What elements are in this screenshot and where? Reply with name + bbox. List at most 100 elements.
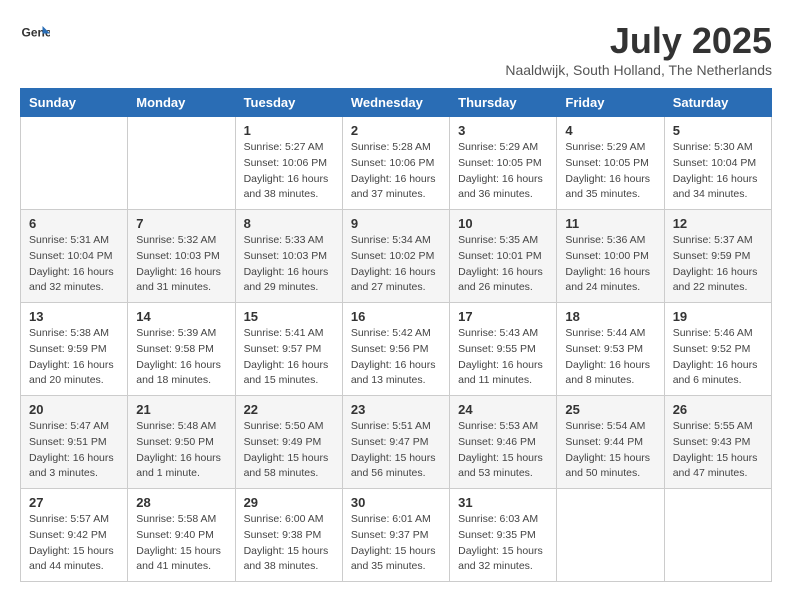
- day-info: Sunrise: 5:36 AM Sunset: 10:00 PM Daylig…: [565, 233, 655, 296]
- day-number: 15: [244, 309, 334, 324]
- day-number: 29: [244, 495, 334, 510]
- day-info: Sunrise: 5:38 AM Sunset: 9:59 PM Dayligh…: [29, 326, 119, 389]
- location-title: Naaldwijk, South Holland, The Netherland…: [505, 62, 772, 78]
- day-number: 24: [458, 402, 548, 417]
- table-row: 20 Sunrise: 5:47 AM Sunset: 9:51 PM Dayli…: [21, 396, 128, 489]
- day-info: Sunrise: 5:51 AM Sunset: 9:47 PM Dayligh…: [351, 419, 441, 482]
- table-row: 28 Sunrise: 5:58 AM Sunset: 9:40 PM Dayli…: [128, 489, 235, 582]
- day-info: Sunrise: 5:42 AM Sunset: 9:56 PM Dayligh…: [351, 326, 441, 389]
- day-info: Sunrise: 5:27 AM Sunset: 10:06 PM Daylig…: [244, 140, 334, 203]
- table-row: 16 Sunrise: 5:42 AM Sunset: 9:56 PM Dayli…: [342, 303, 449, 396]
- table-row: 10 Sunrise: 5:35 AM Sunset: 10:01 PM Dayl…: [450, 210, 557, 303]
- table-row: 21 Sunrise: 5:48 AM Sunset: 9:50 PM Dayli…: [128, 396, 235, 489]
- table-row: [128, 117, 235, 210]
- col-tuesday: Tuesday: [235, 89, 342, 117]
- day-number: 6: [29, 216, 119, 231]
- calendar-week-row: 6 Sunrise: 5:31 AM Sunset: 10:04 PM Dayli…: [21, 210, 772, 303]
- day-number: 23: [351, 402, 441, 417]
- table-row: 31 Sunrise: 6:03 AM Sunset: 9:35 PM Dayli…: [450, 489, 557, 582]
- day-number: 14: [136, 309, 226, 324]
- day-info: Sunrise: 5:39 AM Sunset: 9:58 PM Dayligh…: [136, 326, 226, 389]
- day-number: 10: [458, 216, 548, 231]
- table-row: 11 Sunrise: 5:36 AM Sunset: 10:00 PM Dayl…: [557, 210, 664, 303]
- day-number: 31: [458, 495, 548, 510]
- day-info: Sunrise: 5:30 AM Sunset: 10:04 PM Daylig…: [673, 140, 763, 203]
- table-row: 19Sunrise: 5:46 AM Sunset: 9:52 PM Dayli…: [664, 303, 771, 396]
- day-info: Sunrise: 5:47 AM Sunset: 9:51 PM Dayligh…: [29, 419, 119, 482]
- col-saturday: Saturday: [664, 89, 771, 117]
- calendar-week-row: 20 Sunrise: 5:47 AM Sunset: 9:51 PM Dayli…: [21, 396, 772, 489]
- day-info: Sunrise: 6:03 AM Sunset: 9:35 PM Dayligh…: [458, 512, 548, 575]
- table-row: [664, 489, 771, 582]
- day-number: 9: [351, 216, 441, 231]
- table-row: 30 Sunrise: 6:01 AM Sunset: 9:37 PM Dayli…: [342, 489, 449, 582]
- table-row: 17Sunrise: 5:43 AM Sunset: 9:55 PM Dayli…: [450, 303, 557, 396]
- day-number: 16: [351, 309, 441, 324]
- day-info: Sunrise: 5:41 AM Sunset: 9:57 PM Dayligh…: [244, 326, 334, 389]
- table-row: 8Sunrise: 5:33 AM Sunset: 10:03 PM Dayli…: [235, 210, 342, 303]
- day-number: 5: [673, 123, 763, 138]
- day-info: Sunrise: 5:32 AM Sunset: 10:03 PM Daylig…: [136, 233, 226, 296]
- table-row: 1Sunrise: 5:27 AM Sunset: 10:06 PM Dayli…: [235, 117, 342, 210]
- day-info: Sunrise: 5:48 AM Sunset: 9:50 PM Dayligh…: [136, 419, 226, 482]
- day-info: Sunrise: 5:55 AM Sunset: 9:43 PM Dayligh…: [673, 419, 763, 482]
- day-info: Sunrise: 6:01 AM Sunset: 9:37 PM Dayligh…: [351, 512, 441, 575]
- day-number: 25: [565, 402, 655, 417]
- table-row: 7 Sunrise: 5:32 AM Sunset: 10:03 PM Dayli…: [128, 210, 235, 303]
- day-info: Sunrise: 5:50 AM Sunset: 9:49 PM Dayligh…: [244, 419, 334, 482]
- day-info: Sunrise: 5:29 AM Sunset: 10:05 PM Daylig…: [565, 140, 655, 203]
- table-row: 15 Sunrise: 5:41 AM Sunset: 9:57 PM Dayli…: [235, 303, 342, 396]
- day-info: Sunrise: 5:29 AM Sunset: 10:05 PM Daylig…: [458, 140, 548, 203]
- day-number: 11: [565, 216, 655, 231]
- day-info: Sunrise: 6:00 AM Sunset: 9:38 PM Dayligh…: [244, 512, 334, 575]
- table-row: 24 Sunrise: 5:53 AM Sunset: 9:46 PM Dayli…: [450, 396, 557, 489]
- day-info: Sunrise: 5:35 AM Sunset: 10:01 PM Daylig…: [458, 233, 548, 296]
- day-number: 26: [673, 402, 763, 417]
- day-number: 19: [673, 309, 763, 324]
- table-row: 3 Sunrise: 5:29 AM Sunset: 10:05 PM Dayli…: [450, 117, 557, 210]
- col-thursday: Thursday: [450, 89, 557, 117]
- table-row: 6 Sunrise: 5:31 AM Sunset: 10:04 PM Dayli…: [21, 210, 128, 303]
- month-title: July 2025: [505, 20, 772, 62]
- title-area: July 2025 Naaldwijk, South Holland, The …: [505, 20, 772, 78]
- day-info: Sunrise: 5:57 AM Sunset: 9:42 PM Dayligh…: [29, 512, 119, 575]
- calendar-table: Sunday Monday Tuesday Wednesday Thursday…: [20, 88, 772, 582]
- day-number: 7: [136, 216, 226, 231]
- day-info: Sunrise: 5:54 AM Sunset: 9:44 PM Dayligh…: [565, 419, 655, 482]
- day-info: Sunrise: 5:28 AM Sunset: 10:06 PM Daylig…: [351, 140, 441, 203]
- table-row: 5 Sunrise: 5:30 AM Sunset: 10:04 PM Dayli…: [664, 117, 771, 210]
- table-row: [21, 117, 128, 210]
- calendar-week-row: 13Sunrise: 5:38 AM Sunset: 9:59 PM Dayli…: [21, 303, 772, 396]
- calendar-week-row: 27Sunrise: 5:57 AM Sunset: 9:42 PM Dayli…: [21, 489, 772, 582]
- day-info: Sunrise: 5:43 AM Sunset: 9:55 PM Dayligh…: [458, 326, 548, 389]
- logo: General: [20, 20, 50, 50]
- col-sunday: Sunday: [21, 89, 128, 117]
- table-row: 12 Sunrise: 5:37 AM Sunset: 9:59 PM Dayli…: [664, 210, 771, 303]
- day-info: Sunrise: 5:37 AM Sunset: 9:59 PM Dayligh…: [673, 233, 763, 296]
- day-number: 20: [29, 402, 119, 417]
- day-info: Sunrise: 5:58 AM Sunset: 9:40 PM Dayligh…: [136, 512, 226, 575]
- table-row: [557, 489, 664, 582]
- table-row: 25 Sunrise: 5:54 AM Sunset: 9:44 PM Dayli…: [557, 396, 664, 489]
- col-wednesday: Wednesday: [342, 89, 449, 117]
- day-number: 12: [673, 216, 763, 231]
- table-row: 14 Sunrise: 5:39 AM Sunset: 9:58 PM Dayli…: [128, 303, 235, 396]
- day-number: 21: [136, 402, 226, 417]
- col-monday: Monday: [128, 89, 235, 117]
- day-number: 30: [351, 495, 441, 510]
- table-row: 23 Sunrise: 5:51 AM Sunset: 9:47 PM Dayli…: [342, 396, 449, 489]
- table-row: 26 Sunrise: 5:55 AM Sunset: 9:43 PM Dayli…: [664, 396, 771, 489]
- logo-icon: General: [20, 20, 50, 50]
- table-row: 4 Sunrise: 5:29 AM Sunset: 10:05 PM Dayli…: [557, 117, 664, 210]
- calendar-week-row: 1Sunrise: 5:27 AM Sunset: 10:06 PM Dayli…: [21, 117, 772, 210]
- day-info: Sunrise: 5:53 AM Sunset: 9:46 PM Dayligh…: [458, 419, 548, 482]
- table-row: 22Sunrise: 5:50 AM Sunset: 9:49 PM Dayli…: [235, 396, 342, 489]
- col-friday: Friday: [557, 89, 664, 117]
- day-number: 4: [565, 123, 655, 138]
- day-info: Sunrise: 5:33 AM Sunset: 10:03 PM Daylig…: [244, 233, 334, 296]
- day-number: 3: [458, 123, 548, 138]
- day-info: Sunrise: 5:44 AM Sunset: 9:53 PM Dayligh…: [565, 326, 655, 389]
- day-number: 28: [136, 495, 226, 510]
- day-info: Sunrise: 5:31 AM Sunset: 10:04 PM Daylig…: [29, 233, 119, 296]
- calendar-header-row: Sunday Monday Tuesday Wednesday Thursday…: [21, 89, 772, 117]
